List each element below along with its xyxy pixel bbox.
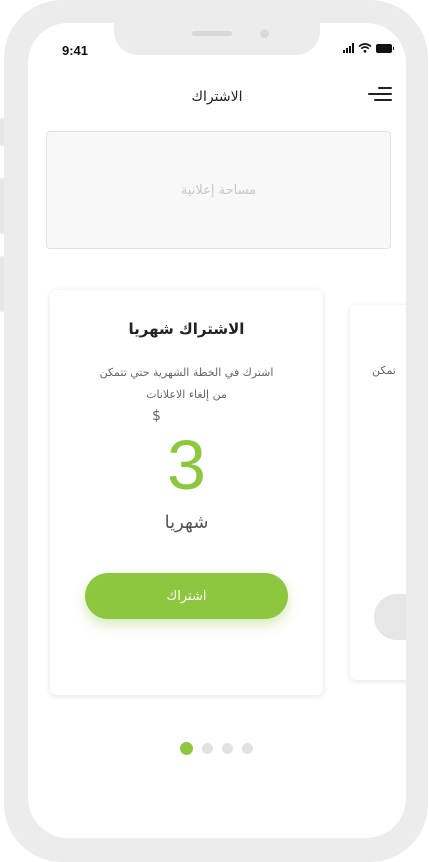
plan-card-monthly: الاشتراك شهريا اشترك في الخطة الشهرية حت… xyxy=(50,290,323,695)
subscribe-button-next[interactable] xyxy=(374,594,406,640)
volume-down-button xyxy=(0,256,4,312)
plan-description-line: اشترك في الخطة الشهرية حتي تتمكن xyxy=(99,366,274,379)
page-title: الاشتراك xyxy=(191,89,243,105)
pagination-dot[interactable] xyxy=(202,743,213,754)
menu-icon[interactable] xyxy=(368,85,392,103)
plan-description: اشترك في الخطة الشهرية حتي تتمكن من إلغا… xyxy=(70,362,303,406)
pagination-dot[interactable] xyxy=(222,743,233,754)
status-time: 9:41 xyxy=(62,43,89,58)
ad-label: مساحة إعلانية xyxy=(180,182,257,198)
plan-card-next[interactable]: تمكن xyxy=(350,305,406,680)
phone-screen: 9:41 الاشتراك مساحة إعلانية الاشتراك شهر… xyxy=(28,23,406,838)
price-amount: 3 xyxy=(167,426,206,504)
device-frame: 9:41 الاشتراك مساحة إعلانية الاشتراك شهر… xyxy=(0,0,428,862)
notch xyxy=(114,23,320,55)
plan-description-line: من إلغاء الاعلانات xyxy=(146,388,227,401)
signal-icon xyxy=(343,43,354,53)
battery-icon xyxy=(376,43,394,53)
pagination-dots xyxy=(180,742,253,755)
camera xyxy=(260,29,269,38)
price-period: شهريا xyxy=(164,512,209,533)
speaker xyxy=(192,31,232,36)
mute-switch xyxy=(0,118,4,146)
ad-banner[interactable]: مساحة إعلانية xyxy=(46,131,391,249)
wifi-icon xyxy=(358,43,372,53)
subscribe-button[interactable]: اشتراك xyxy=(85,573,288,619)
pagination-dot[interactable] xyxy=(180,742,193,755)
status-icons xyxy=(343,43,394,53)
pagination-dot[interactable] xyxy=(242,743,253,754)
plan-title: الاشتراك شهريا xyxy=(128,320,245,338)
price-currency: $ xyxy=(152,408,161,424)
plan-description: تمكن xyxy=(372,364,396,377)
volume-up-button xyxy=(0,178,4,234)
